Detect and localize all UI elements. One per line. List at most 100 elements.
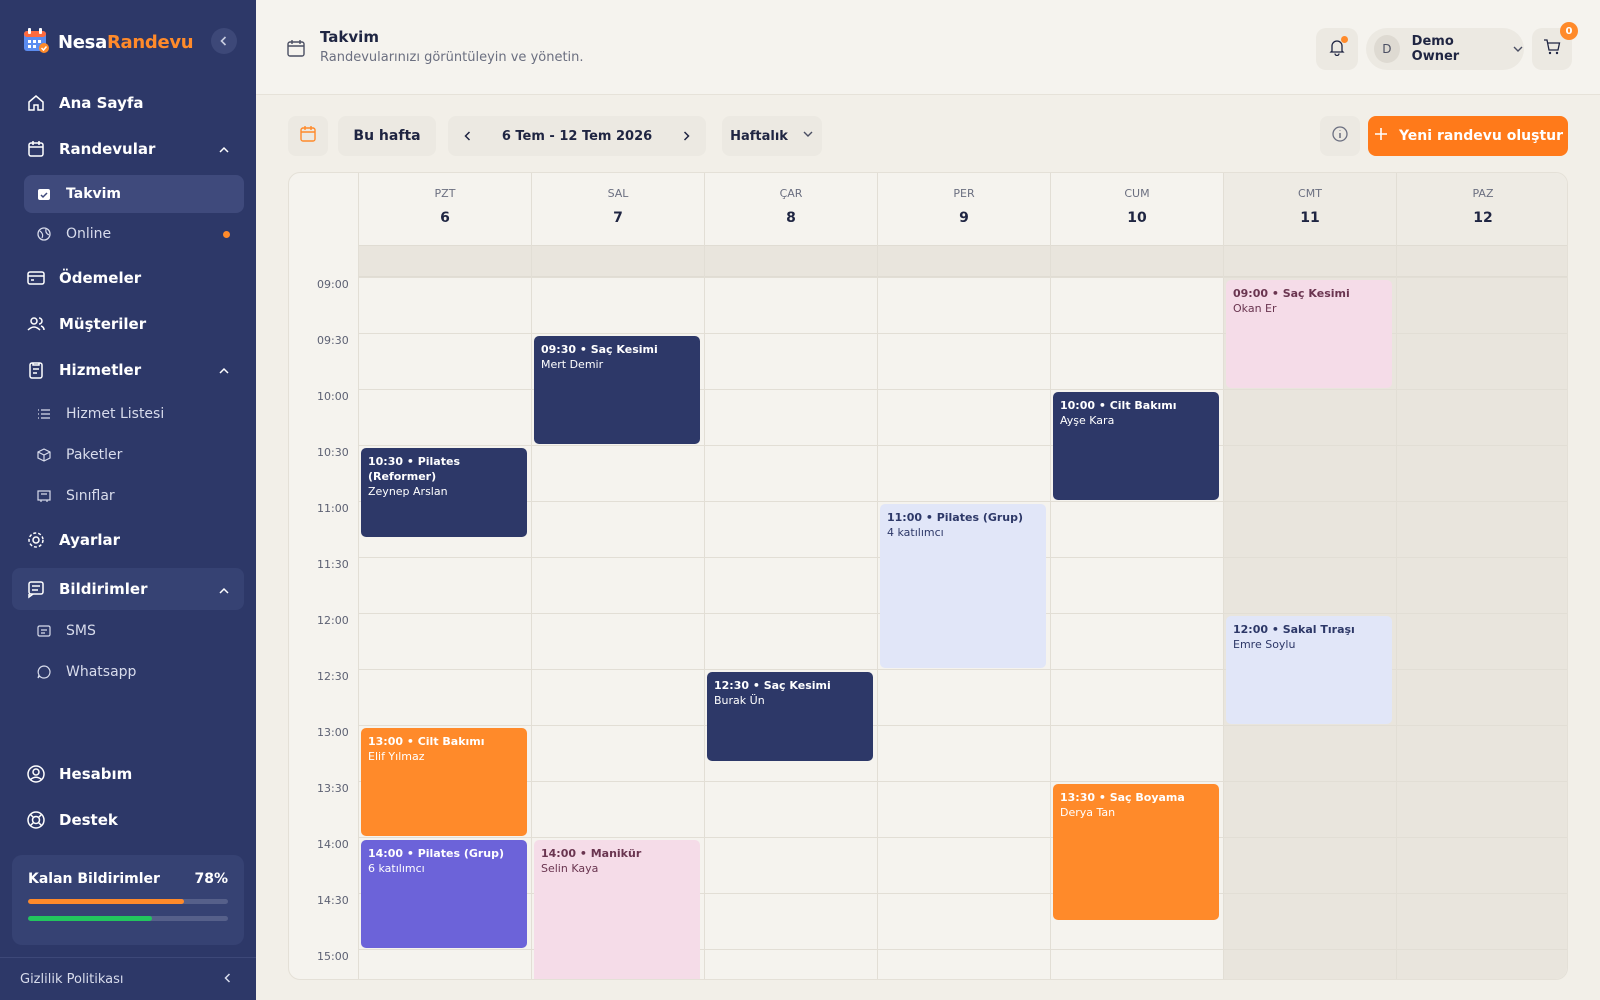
this-week-button[interactable]: Bu hafta [338,116,436,156]
prev-week-button[interactable] [448,116,488,156]
event-title: 14:00 • Manikür [541,847,642,860]
chevron-left-icon [218,32,230,51]
day-header[interactable]: PER 9 [877,173,1050,245]
sidebar-item-paketler[interactable]: Paketler [24,436,244,474]
column-divider [1223,173,1224,979]
event-subtitle: Elif Yılmaz [368,750,425,763]
time-gridline [358,781,1567,782]
sidebar-item-siniflar[interactable]: Sınıflar [24,477,244,515]
date-picker-button[interactable] [288,116,328,156]
create-appointment-label: Yeni randevu oluştur [1398,128,1564,144]
appointment-event[interactable]: 10:00 • Cilt Bakımı Ayşe Kara [1053,392,1219,500]
column-divider [704,173,705,979]
day-name: PAZ [1472,187,1494,200]
event-title: 09:00 • Saç Kesimi [1233,287,1350,300]
sidebar-item-takvim[interactable]: Takvim [24,175,244,213]
calendar-check-icon [36,186,52,202]
sidebar-item-musteriler[interactable]: Müşteriler [12,305,244,343]
appointment-event[interactable]: 09:00 • Saç Kesimi Okan Er [1226,280,1392,388]
day-header[interactable]: ÇAR 8 [704,173,877,245]
privacy-policy-link[interactable]: Gizlilik Politikası [0,957,256,1000]
event-title: 10:00 • Cilt Bakımı [1060,399,1177,412]
day-header[interactable]: PZT 6 [358,173,531,245]
cart-button[interactable]: 0 [1532,22,1578,70]
time-label: 09:30 [317,334,349,347]
sidebar-collapse-button[interactable] [211,28,237,54]
plus-icon [1373,126,1389,146]
users-icon [25,313,47,335]
quota-progress-fill [28,899,184,904]
sidebar-item-hesabim[interactable]: Hesabım [12,755,244,793]
event-subtitle: Ayşe Kara [1060,414,1115,427]
day-date: 11 [1300,210,1320,226]
chevron-up-icon [218,583,230,601]
sidebar-item-bildirimler[interactable]: Bildirimler [12,568,244,610]
event-title: 13:00 • Cilt Bakımı [368,735,485,748]
day-header[interactable]: PAZ 12 [1396,173,1567,245]
time-label: 11:30 [317,558,349,571]
appointment-event[interactable]: 10:30 • Pilates (Reformer) Zeynep Arslan [361,448,527,538]
day-header[interactable]: CMT 11 [1223,173,1396,245]
sidebar-item-hizmetler[interactable]: Hizmetler [12,351,244,389]
appointment-event[interactable]: 09:30 • Saç Kesimi Mert Demir [534,336,700,444]
lifebuoy-icon [25,809,47,831]
sidebar-item-label: Hizmet Listesi [66,406,165,422]
sidebar-item-sms[interactable]: SMS [24,612,244,650]
sidebar-item-label: Hizmetler [59,361,142,379]
chevron-down-icon [802,128,814,144]
list-icon [36,406,52,422]
cart-count-badge: 0 [1560,22,1578,40]
day-date: 6 [440,210,450,226]
info-button[interactable] [1320,116,1360,156]
privacy-label: Gizlilik Politikası [20,971,124,987]
logo[interactable]: NesaRandevu [22,26,194,58]
sidebar-item-randevular[interactable]: Randevular [12,130,244,168]
column-divider [877,173,878,979]
create-appointment-button[interactable]: Yeni randevu oluştur [1368,116,1568,156]
event-subtitle: Okan Er [1233,302,1277,315]
appointment-event[interactable]: 13:00 • Cilt Bakımı Elif Yılmaz [361,728,527,836]
event-subtitle: Emre Soylu [1233,638,1296,651]
sidebar-item-ana-sayfa[interactable]: Ana Sayfa [12,84,244,122]
day-header[interactable]: CUM 10 [1050,173,1223,245]
day-date: 9 [959,210,969,226]
sidebar-item-online[interactable]: Online [24,215,244,253]
time-gridline [358,277,1567,278]
page-subtitle: Randevularınızı görüntüleyin ve yönetin. [320,50,584,65]
sidebar-item-label: Müşteriler [59,315,147,333]
avatar: D [1374,35,1400,63]
globe-icon [36,226,52,242]
sidebar-item-odemeler[interactable]: Ödemeler [12,259,244,297]
time-label: 13:30 [317,782,349,795]
appointment-event[interactable]: 14:00 • Manikür Selin Kaya [534,840,700,979]
appointment-event[interactable]: 13:30 • Saç Boyama Derya Tan [1053,784,1219,920]
sidebar-item-label: Sınıflar [66,488,115,504]
day-name: CUM [1124,187,1150,200]
event-title: 11:00 • Pilates (Grup) [887,511,1024,524]
appointment-event[interactable]: 11:00 • Pilates (Grup) 4 katılımcı [880,504,1046,668]
sidebar-item-hizmet-listesi[interactable]: Hizmet Listesi [24,395,244,433]
time-gridline [358,445,1567,446]
sidebar-item-ayarlar[interactable]: Ayarlar [12,521,244,559]
appointment-event[interactable]: 12:30 • Saç Kesimi Burak Ün [707,672,873,762]
sidebar-item-destek[interactable]: Destek [12,801,244,839]
event-subtitle: Burak Ün [714,694,765,707]
column-divider [1050,173,1051,979]
notifications-button[interactable] [1316,28,1358,70]
brand-name: NesaRandevu [58,31,194,53]
day-date: 12 [1473,210,1493,226]
online-status-dot [223,231,230,238]
quota-percent: 78% [194,871,228,887]
info-icon [1331,125,1349,147]
view-select[interactable]: Haftalık [722,116,822,156]
event-title: 12:00 • Sakal Tıraşı [1233,623,1355,636]
next-week-button[interactable] [666,116,706,156]
user-menu-button[interactable]: D Demo Owner [1366,28,1524,70]
sidebar-item-whatsapp[interactable]: Whatsapp [24,653,244,691]
sidebar-item-label: Online [66,226,112,242]
appointment-event[interactable]: 12:00 • Sakal Tıraşı Emre Soylu [1226,616,1392,724]
appointment-event[interactable]: 14:00 • Pilates (Grup) 6 katılımcı [361,840,527,948]
time-label: 14:00 [317,838,349,851]
day-header[interactable]: SAL 7 [531,173,704,245]
event-title: 12:30 • Saç Kesimi [714,679,831,692]
